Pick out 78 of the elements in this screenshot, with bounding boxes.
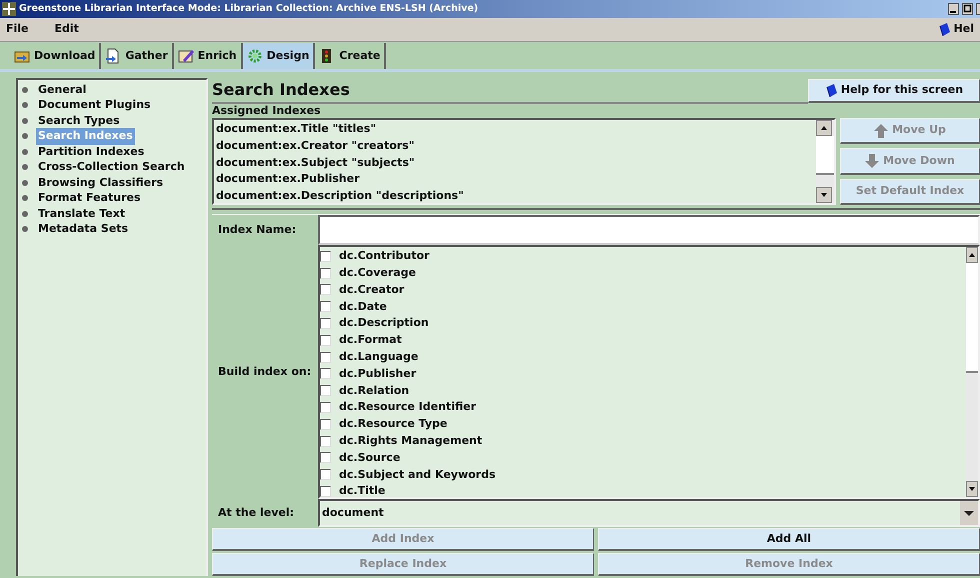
down-arrow-icon (865, 154, 880, 168)
checkbox[interactable] (320, 250, 331, 262)
maximize-icon[interactable] (962, 3, 973, 15)
level-dropdown[interactable]: document (318, 499, 980, 527)
bullet-icon (22, 148, 28, 155)
bullet-icon (22, 118, 28, 124)
checkbox[interactable] (320, 486, 331, 497)
checkbox[interactable] (320, 402, 331, 414)
menu-item[interactable]: File (6, 21, 29, 38)
menu-item[interactable]: Edit (54, 21, 79, 38)
bullet-icon (22, 226, 28, 232)
list-item[interactable]: document:ex.Publisher (216, 171, 814, 188)
sidebar-item[interactable]: Partition Indexes (36, 144, 146, 160)
checkbox-label: dc.Resource Type (339, 416, 448, 432)
sidebar-item[interactable]: Cross-Collection Search (36, 159, 187, 176)
checkbox-label: dc.Rights Management (339, 432, 482, 449)
sidebar-item[interactable]: General (36, 82, 88, 98)
up-arrow-icon (874, 124, 888, 138)
app-icon (2, 2, 16, 16)
checkbox-label: dc.Title (339, 483, 386, 497)
index-name-field[interactable] (318, 215, 980, 245)
checkbox-label: dc.Format (339, 332, 402, 348)
checkbox[interactable] (320, 452, 331, 464)
checkbox-label: dc.Language (339, 348, 418, 365)
checkbox-label: dc.Contributor (339, 248, 430, 264)
checkbox[interactable] (320, 469, 331, 480)
document-icon (105, 48, 122, 64)
list-item[interactable]: document:ex.Subject "subjects" (216, 154, 814, 172)
bullet-icon (22, 195, 28, 202)
checkbox[interactable] (320, 284, 331, 296)
help-button[interactable]: Help for this screen (808, 79, 980, 103)
checkbox[interactable] (320, 301, 331, 312)
checkbox-label: dc.Subject and Keywords (339, 466, 496, 482)
checkbox-label: dc.Resource Identifier (339, 399, 476, 416)
bullet-icon (22, 180, 28, 186)
bullet-icon (22, 102, 28, 108)
sidebar-item[interactable]: Translate Text (36, 206, 128, 222)
checkbox[interactable] (320, 368, 331, 380)
sidebar-item[interactable]: Search Types (36, 112, 122, 129)
panel-heading: Search Indexes (212, 78, 808, 104)
checkbox[interactable] (320, 334, 331, 346)
bullet-icon (22, 210, 28, 217)
scrollbar-thumb[interactable] (966, 263, 978, 373)
checkbox[interactable] (320, 352, 331, 363)
checkbox[interactable] (320, 268, 331, 279)
sidebar-item[interactable]: Format Features (36, 190, 142, 206)
checkbox[interactable] (320, 436, 331, 447)
menu-item[interactable]: Hel (954, 21, 974, 38)
scrollbar-thumb[interactable] (816, 136, 834, 175)
list-item[interactable]: document:ex.Title "titles" (216, 121, 814, 138)
checkbox-label: dc.Creator (339, 282, 404, 298)
section-label: Assigned Indexes (212, 104, 322, 118)
checkbox-label: dc.Description (339, 315, 429, 332)
list-item[interactable]: document:ex.Description "descriptions" (216, 188, 814, 203)
checkbox-label: dc.Coverage (339, 264, 416, 281)
book-icon (938, 23, 950, 36)
minimize-icon[interactable] (948, 3, 959, 15)
book-icon (824, 84, 837, 97)
checkbox[interactable] (320, 385, 331, 396)
close-icon[interactable] (976, 3, 980, 15)
list-item[interactable]: document:ex.Creator "creators" (216, 138, 814, 155)
bullet-icon (22, 133, 28, 140)
window-title: Greenstone Librarian Interface Mode: Librarian Collection: Archive ENS-LSH (Archive) (19, 2, 480, 16)
gear-icon (246, 48, 263, 64)
action-button[interactable]: Add All (598, 528, 980, 551)
bullet-icon (22, 86, 28, 93)
sidebar-item[interactable]: Browsing Classifiers (36, 174, 166, 191)
checkbox-label: dc.Source (339, 450, 400, 466)
sidebar-item[interactable]: Document Plugins (36, 97, 153, 114)
checkbox-label: dc.Publisher (339, 366, 416, 382)
checkbox[interactable] (320, 318, 331, 330)
sidebar-item[interactable]: Metadata Sets (36, 221, 130, 238)
tab[interactable]: Design (242, 43, 316, 69)
checkbox[interactable] (320, 418, 331, 430)
pencil-icon (178, 48, 194, 64)
checkbox-label: dc.Relation (339, 382, 410, 399)
checkbox-label: dc.Date (339, 298, 387, 315)
bullet-icon (22, 164, 28, 170)
